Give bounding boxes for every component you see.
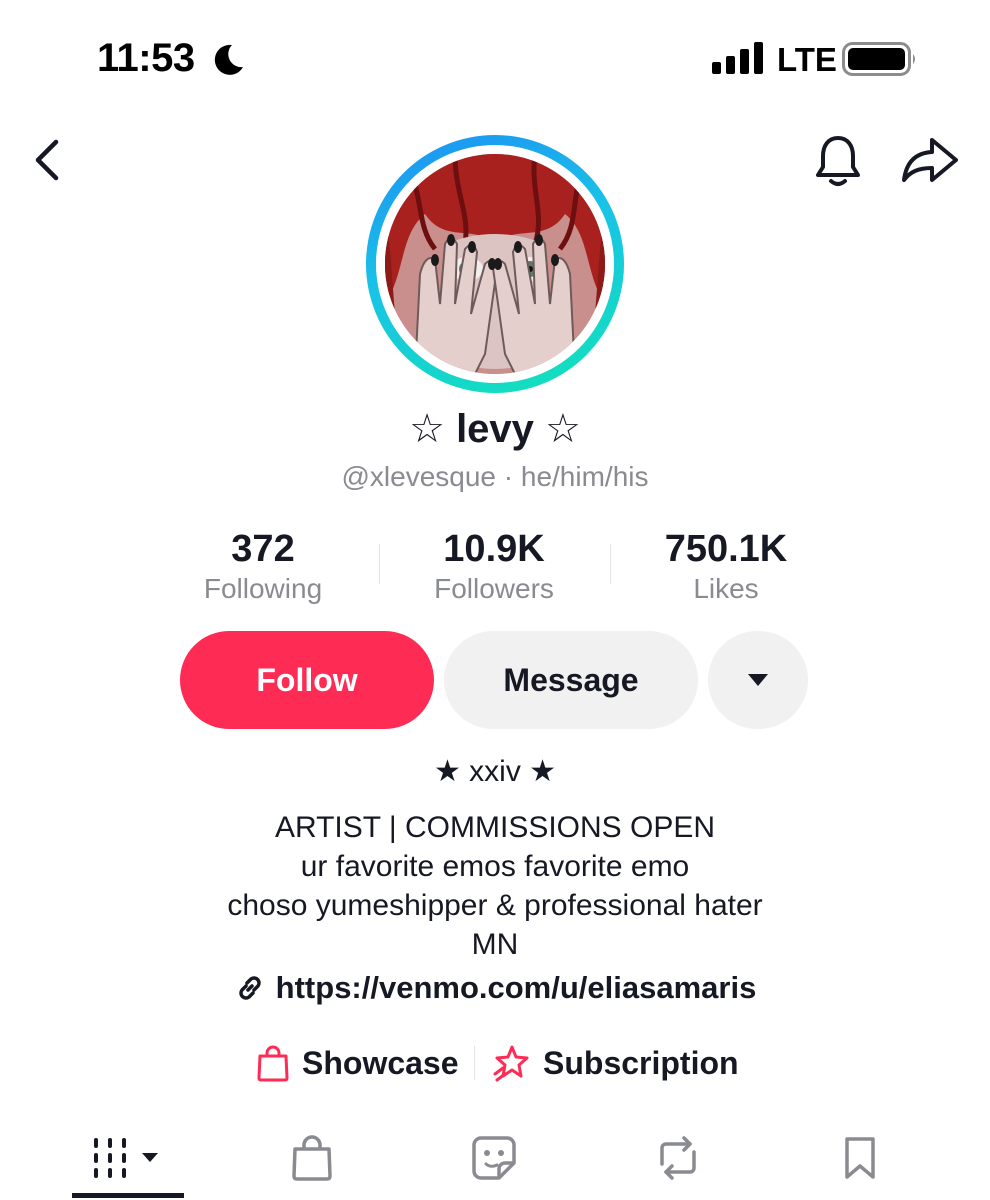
tab-videos[interactable] xyxy=(72,1128,184,1188)
active-tab-indicator xyxy=(72,1193,184,1198)
stat-label: Following xyxy=(203,573,323,604)
avatar[interactable] xyxy=(385,154,605,374)
bio-line: ur favorite emos favorite emo xyxy=(300,850,690,883)
chevron-left-icon xyxy=(35,139,59,181)
subscription-star-icon xyxy=(493,1045,529,1082)
stat-label: Likes xyxy=(693,573,759,604)
username-pronouns: @xlevesque · he/him/his xyxy=(341,461,649,492)
follow-button[interactable]: Follow xyxy=(180,631,434,729)
tab-reposts[interactable] xyxy=(628,1128,728,1188)
sticker-icon xyxy=(472,1136,516,1180)
tab-shop[interactable] xyxy=(262,1128,362,1188)
tab-saved[interactable] xyxy=(810,1128,910,1188)
bio-link[interactable]: https://venmo.com/u/eliasamaris xyxy=(0,970,990,1006)
shopping-bag-icon xyxy=(257,1045,289,1082)
cellular-signal-icon xyxy=(712,42,763,74)
bell-icon xyxy=(816,136,860,186)
bookmark-icon xyxy=(845,1137,875,1179)
subscription-label: Subscription xyxy=(543,1044,739,1081)
stat-label: Followers xyxy=(434,573,554,604)
stat-likes[interactable]: 750.1K Likes xyxy=(606,527,846,607)
notifications-button[interactable] xyxy=(810,130,866,190)
status-time: 11:53 xyxy=(97,36,195,80)
stat-followers[interactable]: 10.9K Followers xyxy=(374,527,614,607)
share-arrow-icon xyxy=(902,138,958,182)
back-button[interactable] xyxy=(22,130,72,190)
share-button[interactable] xyxy=(896,130,962,190)
bio-line: ★ xxiv ★ xyxy=(433,755,557,788)
link-icon xyxy=(238,976,261,1000)
battery-icon xyxy=(842,42,915,76)
caret-down-icon xyxy=(748,674,768,686)
bio-line: ARTIST | COMMISSIONS OPEN xyxy=(274,811,716,844)
display-name: ☆ levy ☆ xyxy=(409,407,581,451)
network-type-label: LTE xyxy=(777,41,837,78)
repost-icon xyxy=(660,1136,696,1180)
bio-line: MN xyxy=(471,928,519,961)
subscription-button[interactable]: Subscription xyxy=(493,1040,739,1086)
showcase-label: Showcase xyxy=(302,1044,459,1081)
stat-value: 10.9K xyxy=(443,528,545,570)
stat-value: 372 xyxy=(231,528,295,570)
showcase-button[interactable]: Showcase xyxy=(256,1040,459,1086)
bio-link-text[interactable]: https://venmo.com/u/eliasamaris xyxy=(276,970,757,1006)
tab-stickers[interactable] xyxy=(444,1128,544,1188)
bio-line: choso yumeshipper & professional hater xyxy=(227,889,763,922)
moon-icon xyxy=(214,44,243,75)
avatar-illustration xyxy=(385,154,605,374)
shopping-bag-icon xyxy=(292,1135,332,1181)
message-button[interactable]: Message xyxy=(444,631,698,729)
stat-value: 750.1K xyxy=(664,528,788,570)
grid-icon xyxy=(94,1138,158,1178)
pill-divider xyxy=(474,1046,475,1080)
stat-following[interactable]: 372 Following xyxy=(143,527,383,607)
more-options-button[interactable] xyxy=(708,631,808,729)
